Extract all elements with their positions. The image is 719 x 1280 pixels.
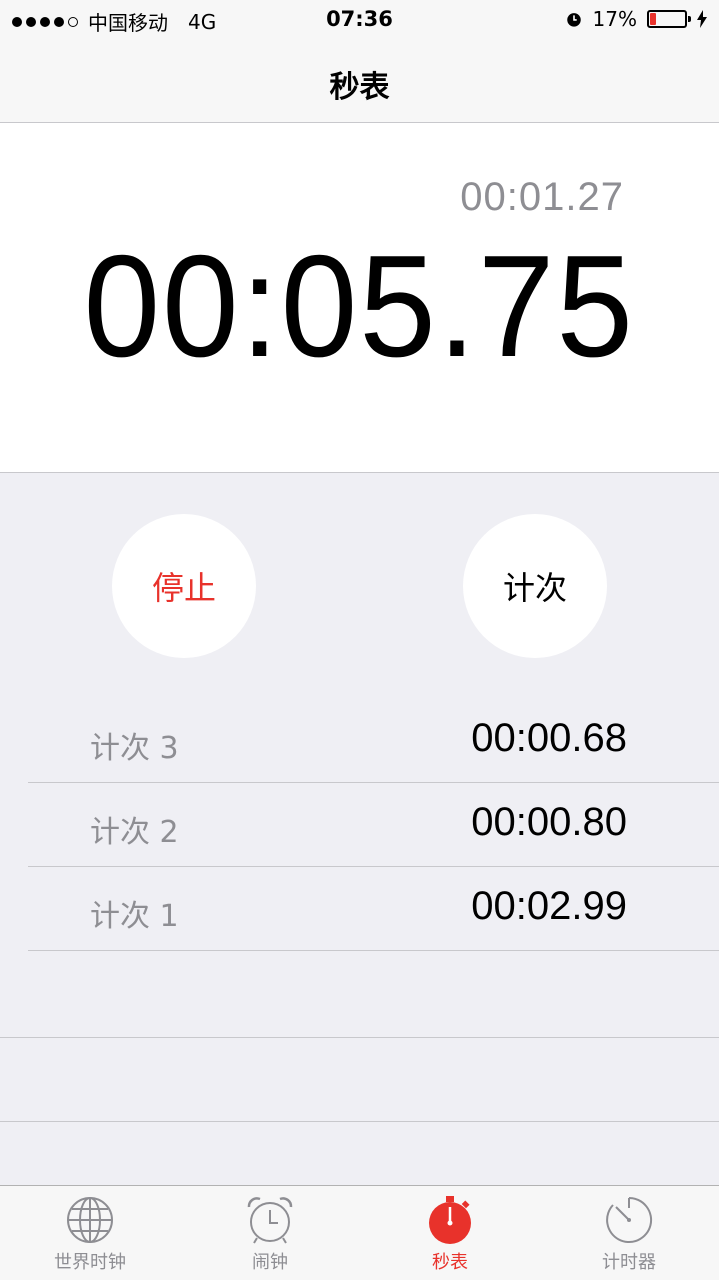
lap-list: 计次 3 00:00.68 计次 2 00:00.80 计次 1 00:02.9… — [28, 699, 719, 951]
alarm-status-icon — [566, 13, 581, 27]
lap-row: 计次 1 00:02.99 — [28, 867, 719, 951]
stopwatch-icon — [429, 1196, 471, 1244]
battery-fill — [650, 13, 656, 25]
navigation-bar: 秒表 — [0, 40, 719, 123]
main-elapsed-time-text: 00:05.75 — [83, 225, 636, 387]
row-divider — [0, 1037, 719, 1038]
tab-timer[interactable]: 计时器 — [539, 1194, 719, 1274]
lap-label: 计次 1 — [90, 899, 179, 934]
tab-bar: 世界时钟 闹钟 秒表 计时器 — [0, 1185, 719, 1280]
lap-label: 计次 3 — [90, 731, 179, 766]
controls-and-laps: 停止 计次 计次 3 00:00.68 计次 2 00:00.80 计次 1 0… — [0, 473, 719, 1185]
battery-percent: 17% — [592, 7, 637, 31]
status-right: 17% — [565, 7, 707, 31]
timer-display: 00:01.27 00:05.75 — [0, 123, 719, 473]
lap-label: 计次 2 — [90, 815, 179, 850]
status-bar: 中国移动 4G 07:36 17% — [0, 0, 719, 40]
lap-button[interactable]: 计次 — [463, 514, 607, 658]
tab-label: 计时器 — [602, 1252, 656, 1273]
page-title: 秒表 — [329, 70, 390, 105]
tab-world-clock[interactable]: 世界时钟 — [0, 1194, 180, 1274]
alarm-clock-icon — [247, 1197, 293, 1244]
globe-icon — [67, 1197, 113, 1243]
battery-icon — [647, 10, 691, 28]
stop-button[interactable]: 停止 — [112, 514, 256, 658]
current-lap-time: 00:01.27 — [460, 175, 624, 219]
main-elapsed-time: 00:05.75 — [0, 223, 719, 390]
tab-stopwatch[interactable]: 秒表 — [360, 1194, 540, 1274]
row-divider — [0, 1121, 719, 1122]
lap-row: 计次 3 00:00.68 — [28, 699, 719, 783]
lap-time: 00:00.80 — [471, 800, 627, 844]
timer-icon — [606, 1196, 653, 1243]
lap-time: 00:02.99 — [471, 884, 627, 928]
lap-time: 00:00.68 — [471, 716, 627, 760]
lap-row: 计次 2 00:00.80 — [28, 783, 719, 867]
charging-bolt-icon — [697, 10, 707, 28]
tab-alarm[interactable]: 闹钟 — [180, 1194, 360, 1274]
tab-label: 闹钟 — [252, 1252, 288, 1273]
tab-label: 秒表 — [432, 1252, 468, 1273]
tab-label: 世界时钟 — [54, 1252, 126, 1273]
